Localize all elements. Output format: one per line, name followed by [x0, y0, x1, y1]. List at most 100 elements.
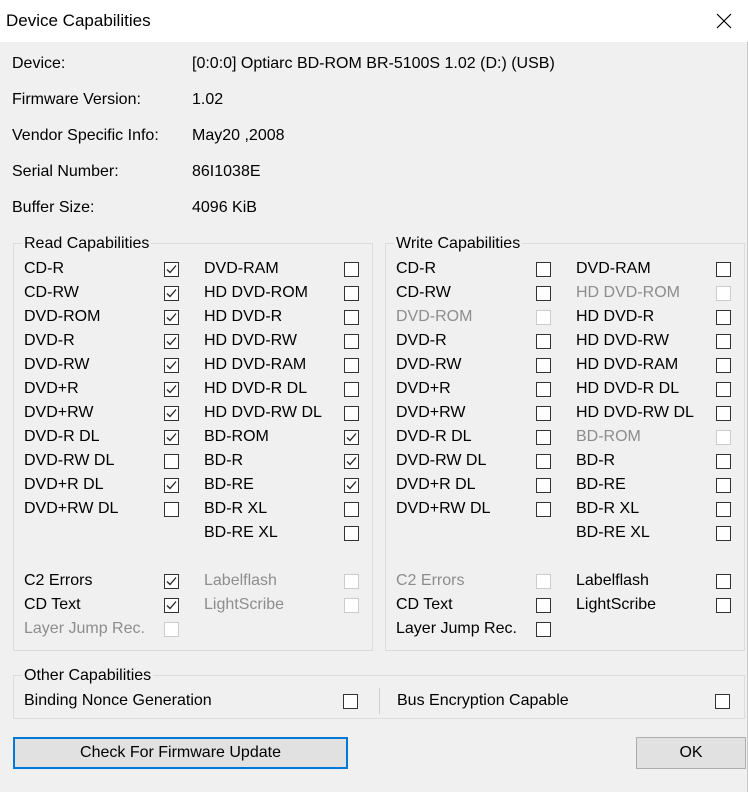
read-dvd-rw-checkbox[interactable]	[164, 358, 179, 373]
ok-button[interactable]: OK	[636, 737, 746, 769]
write-dvd-ram-checkbox[interactable]	[716, 262, 731, 277]
write-bd-r-xl-label: BD-R XL	[576, 500, 640, 517]
write-cd-r-checkbox[interactable]	[536, 262, 551, 277]
write-dvd-r-dl-checkbox[interactable]	[536, 430, 551, 445]
write-dvdplusr-label: DVD+R	[396, 380, 451, 397]
read-dvdplusrw-dl-checkbox[interactable]	[164, 502, 179, 517]
write-bd-r-checkbox[interactable]	[716, 454, 731, 469]
write-cd-rw-label: CD-RW	[396, 284, 451, 301]
read-dvd-rw-label: DVD-RW	[24, 356, 90, 373]
checkmark-icon	[166, 385, 177, 394]
write-lightscribe-checkbox[interactable]	[716, 598, 731, 613]
write-hd-dvd-ram-checkbox[interactable]	[716, 358, 731, 373]
read-layer-jump-rec-checkbox	[164, 622, 179, 637]
write-dvd-r-dl-label: DVD-R DL	[396, 428, 472, 445]
other-binding-nonce-generation-checkbox[interactable]	[343, 694, 358, 709]
checkmark-icon	[166, 601, 177, 610]
read-dvd-rom-checkbox[interactable]	[164, 310, 179, 325]
read-dvdplusrw-dl-label: DVD+RW DL	[24, 500, 119, 517]
checkmark-icon	[166, 481, 177, 490]
read-cd-r-checkbox[interactable]	[164, 262, 179, 277]
read-bd-r-checkbox[interactable]	[344, 454, 359, 469]
read-bd-rom-checkbox[interactable]	[344, 430, 359, 445]
read-hd-dvd-r-checkbox[interactable]	[344, 310, 359, 325]
other-capabilities-title: Other Capabilities	[22, 667, 154, 685]
write-hd-dvd-rom-label: HD DVD-ROM	[576, 284, 680, 301]
checkmark-icon	[166, 361, 177, 370]
checkmark-icon	[346, 433, 357, 442]
check-firmware-update-button[interactable]: Check For Firmware Update	[13, 737, 348, 769]
write-cd-text-checkbox[interactable]	[536, 598, 551, 613]
read-hd-dvd-rw-dl-checkbox[interactable]	[344, 406, 359, 421]
vendor-value: May20 ,2008	[192, 127, 285, 144]
read-lightscribe-label: LightScribe	[204, 596, 285, 613]
read-dvd-r-label: DVD-R	[24, 332, 75, 349]
write-bd-r-label: BD-R	[576, 452, 616, 469]
write-hd-dvd-r-checkbox[interactable]	[716, 310, 731, 325]
read-cd-rw-checkbox[interactable]	[164, 286, 179, 301]
read-dvdplusrw-checkbox[interactable]	[164, 406, 179, 421]
buffer-label: Buffer Size:	[12, 199, 95, 216]
read-cd-text-checkbox[interactable]	[164, 598, 179, 613]
read-c2-errors-label: C2 Errors	[24, 572, 93, 589]
write-dvdplusr-dl-checkbox[interactable]	[536, 478, 551, 493]
write-dvdplusrw-dl-checkbox[interactable]	[536, 502, 551, 517]
read-dvd-rw-dl-checkbox[interactable]	[164, 454, 179, 469]
read-bd-r-xl-label: BD-R XL	[204, 500, 268, 517]
read-dvdplusr-checkbox[interactable]	[164, 382, 179, 397]
write-hd-dvd-rw-dl-label: HD DVD-RW DL	[576, 404, 694, 421]
checkmark-icon	[166, 265, 177, 274]
read-capabilities-title: Read Capabilities	[22, 235, 152, 253]
write-bd-rom-label: BD-ROM	[576, 428, 641, 445]
write-labelflash-checkbox[interactable]	[716, 574, 731, 589]
write-dvd-rw-dl-label: DVD-RW DL	[396, 452, 487, 469]
read-dvd-ram-checkbox[interactable]	[344, 262, 359, 277]
read-bd-re-xl-checkbox[interactable]	[344, 526, 359, 541]
write-dvd-r-label: DVD-R	[396, 332, 447, 349]
write-dvdplusr-checkbox[interactable]	[536, 382, 551, 397]
write-dvd-rw-label: DVD-RW	[396, 356, 462, 373]
checkmark-icon	[166, 289, 177, 298]
serial-value: 86I1038E	[192, 163, 261, 180]
write-lightscribe-label: LightScribe	[576, 596, 657, 613]
read-hd-dvd-rw-checkbox[interactable]	[344, 334, 359, 349]
write-bd-re-checkbox[interactable]	[716, 478, 731, 493]
read-bd-r-label: BD-R	[204, 452, 244, 469]
checkmark-icon	[166, 433, 177, 442]
read-hd-dvd-r-dl-label: HD DVD-R DL	[204, 380, 308, 397]
write-layer-jump-rec-checkbox[interactable]	[536, 622, 551, 637]
write-bd-r-xl-checkbox[interactable]	[716, 502, 731, 517]
read-hd-dvd-rom-checkbox[interactable]	[344, 286, 359, 301]
read-dvdplusr-dl-checkbox[interactable]	[164, 478, 179, 493]
other-bus-encryption-capable-checkbox[interactable]	[715, 694, 730, 709]
read-c2-errors-checkbox[interactable]	[164, 574, 179, 589]
read-bd-r-xl-checkbox[interactable]	[344, 502, 359, 517]
checkmark-icon	[166, 409, 177, 418]
other-binding-nonce-generation-label: Binding Nonce Generation	[24, 692, 212, 709]
read-bd-re-checkbox[interactable]	[344, 478, 359, 493]
write-dvd-ram-label: DVD-RAM	[576, 260, 651, 277]
write-dvd-r-checkbox[interactable]	[536, 334, 551, 349]
title-bar: Device Capabilities	[0, 0, 748, 42]
write-cd-rw-checkbox[interactable]	[536, 286, 551, 301]
write-hd-dvd-r-dl-label: HD DVD-R DL	[576, 380, 680, 397]
read-dvd-r-dl-checkbox[interactable]	[164, 430, 179, 445]
read-bd-re-label: BD-RE	[204, 476, 254, 493]
write-hd-dvd-rw-dl-checkbox[interactable]	[716, 406, 731, 421]
serial-label: Serial Number:	[12, 163, 119, 180]
close-button[interactable]	[702, 0, 748, 42]
read-hd-dvd-r-dl-checkbox[interactable]	[344, 382, 359, 397]
checkmark-icon	[346, 457, 357, 466]
write-bd-re-xl-checkbox[interactable]	[716, 526, 731, 541]
write-hd-dvd-rw-label: HD DVD-RW	[576, 332, 670, 349]
write-hd-dvd-r-dl-checkbox[interactable]	[716, 382, 731, 397]
write-bd-re-xl-label: BD-RE XL	[576, 524, 650, 541]
read-dvd-r-checkbox[interactable]	[164, 334, 179, 349]
read-dvdplusr-label: DVD+R	[24, 380, 79, 397]
firmware-value: 1.02	[192, 91, 224, 108]
write-hd-dvd-rw-checkbox[interactable]	[716, 334, 731, 349]
read-hd-dvd-ram-checkbox[interactable]	[344, 358, 359, 373]
write-dvd-rw-dl-checkbox[interactable]	[536, 454, 551, 469]
write-dvd-rw-checkbox[interactable]	[536, 358, 551, 373]
write-dvdplusrw-checkbox[interactable]	[536, 406, 551, 421]
